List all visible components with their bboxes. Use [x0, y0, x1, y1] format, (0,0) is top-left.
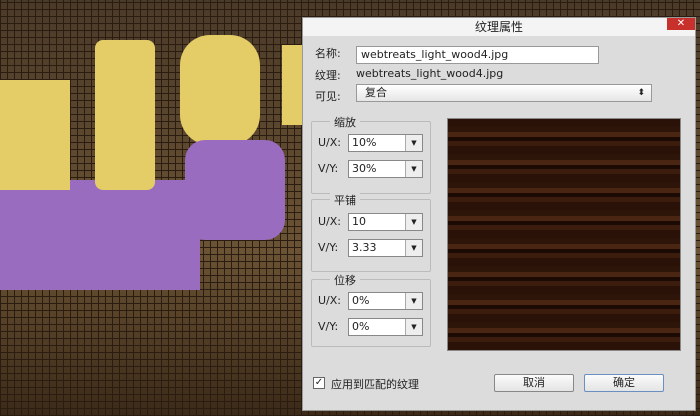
tile-group: 平铺 U/X: 10 ▼ V/Y: 3.33 ▼ [311, 192, 431, 272]
purple-text-extrusion [0, 180, 200, 290]
visible-label: 可见: [315, 90, 341, 103]
offset-ux-combo[interactable]: 0% ▼ [348, 292, 423, 310]
tile-vy-label: V/Y: [318, 241, 339, 254]
offset-vy-label: V/Y: [318, 320, 339, 333]
offset-group: 位移 U/X: 0% ▼ V/Y: 0% ▼ [311, 272, 431, 347]
offset-title: 位移 [330, 272, 360, 288]
dialog-titlebar[interactable]: 纹理属性 ✕ [303, 18, 695, 36]
texture-value: webtreats_light_wood4.jpg [356, 67, 504, 80]
visible-select[interactable]: 复合 ⬍ [356, 84, 652, 102]
ok-button[interactable]: 确定 [584, 374, 664, 392]
visible-value: 复合 [365, 86, 387, 99]
cancel-button[interactable]: 取消 [494, 374, 574, 392]
apply-checkbox[interactable]: ✓ [313, 377, 325, 389]
dropdown-arrow-icon[interactable]: ▼ [405, 319, 422, 335]
texture-label: 纹理: [315, 69, 341, 82]
dropdown-arrow-icon[interactable]: ▼ [405, 293, 422, 309]
dropdown-arrow-icon[interactable]: ▼ [405, 214, 422, 230]
yellow-letter-face [180, 35, 260, 145]
tile-ux-combo[interactable]: 10 ▼ [348, 213, 423, 231]
scale-vy-value: 30% [352, 162, 377, 175]
dropdown-arrow-icon[interactable]: ▼ [405, 161, 422, 177]
name-input[interactable]: webtreats_light_wood4.jpg [356, 46, 599, 64]
scale-group: 缩放 U/X: 10% ▼ V/Y: 30% ▼ [311, 114, 431, 194]
scale-ux-combo[interactable]: 10% ▼ [348, 134, 423, 152]
dropdown-arrow-icon[interactable]: ▼ [405, 240, 422, 256]
offset-ux-value: 0% [352, 294, 370, 307]
tile-vy-combo[interactable]: 3.33 ▼ [348, 239, 423, 257]
updown-arrow-icon: ⬍ [637, 88, 645, 98]
texture-preview [447, 118, 681, 351]
purple-text-extrusion [185, 140, 285, 240]
scale-vy-label: V/Y: [318, 162, 339, 175]
scale-title: 缩放 [330, 114, 360, 130]
apply-label[interactable]: 应用到匹配的纹理 [331, 376, 419, 392]
dropdown-arrow-icon[interactable]: ▼ [405, 135, 422, 151]
name-label: 名称: [315, 47, 341, 60]
tile-ux-value: 10 [352, 215, 366, 228]
yellow-letter-face [95, 40, 155, 190]
close-button[interactable]: ✕ [667, 18, 695, 30]
scale-ux-label: U/X: [318, 136, 341, 149]
yellow-letter-face [282, 45, 302, 125]
tile-ux-label: U/X: [318, 215, 341, 228]
tile-vy-value: 3.33 [352, 241, 377, 254]
scale-vy-combo[interactable]: 30% ▼ [348, 160, 423, 178]
scale-ux-value: 10% [352, 136, 377, 149]
yellow-letter-face [0, 80, 70, 190]
tile-title: 平铺 [330, 192, 360, 208]
offset-vy-value: 0% [352, 320, 370, 333]
texture-properties-dialog: 纹理属性 ✕ 名称: webtreats_light_wood4.jpg 纹理:… [302, 17, 696, 411]
offset-vy-combo[interactable]: 0% ▼ [348, 318, 423, 336]
offset-ux-label: U/X: [318, 294, 341, 307]
3d-viewport[interactable] [0, 0, 302, 416]
dialog-title: 纹理属性 [474, 20, 523, 34]
